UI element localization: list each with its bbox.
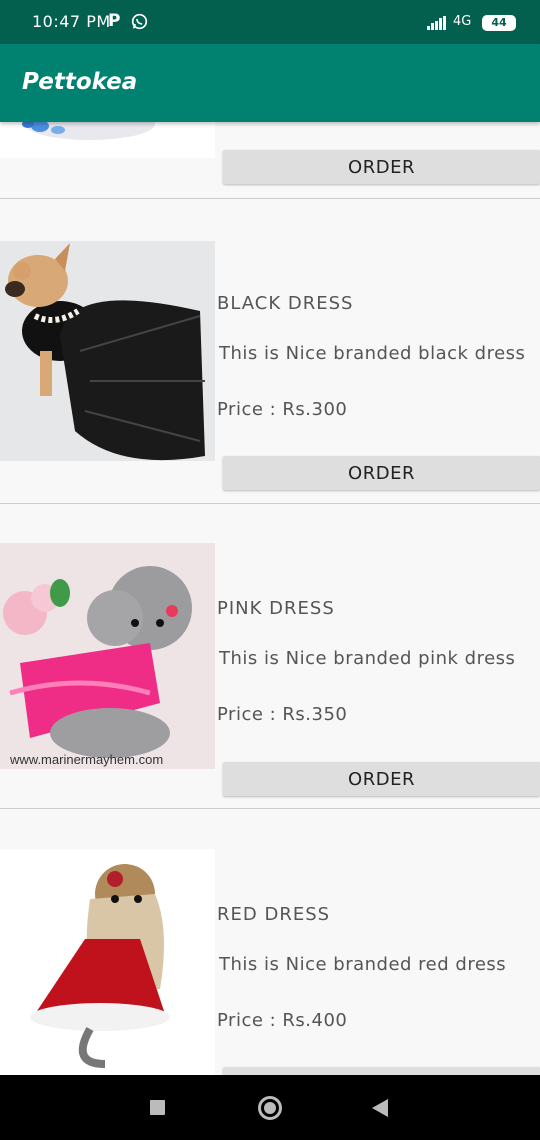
order-button[interactable]: ORDER [223,1067,540,1075]
back-icon[interactable] [372,1099,388,1117]
divider [0,503,540,504]
recents-icon[interactable] [150,1100,165,1115]
product-description: This is Nice branded black dress [219,343,526,364]
battery-icon: 44 [482,15,516,31]
product-list[interactable]: ORDER BLACK DRESS This is Nice branded b… [0,122,540,1075]
product-name: PINK DRESS [217,598,335,619]
product-image-pink-dress: www.marinermayhem.com [0,543,215,769]
product-name: BLACK DRESS [217,293,354,314]
product-image-black-dress [0,241,215,461]
product-price: Price : Rs.400 [217,1010,348,1031]
image-watermark: www.marinermayhem.com [10,752,164,767]
order-button[interactable]: ORDER [223,456,540,490]
product-image-red-dress [0,849,215,1075]
product-description: This is Nice branded red dress [219,954,507,975]
order-button[interactable]: ORDER [223,150,540,184]
signal-icon [427,16,446,30]
home-icon[interactable] [258,1096,282,1120]
navigation-bar [0,1075,540,1140]
app-bar: Pettokea [0,44,540,122]
product-name: RED DRESS [217,904,331,925]
order-button[interactable]: ORDER [223,762,540,796]
network-type: 4G [453,14,472,29]
product-price: Price : Rs.350 [217,704,348,725]
divider [0,808,540,809]
app-title: Pettokea [22,69,138,95]
status-bar: 10:47 PM P 4G 44 [0,0,540,44]
parking-icon: P [108,11,121,31]
divider [0,198,540,199]
status-time: 10:47 PM [32,12,111,31]
product-image [0,122,215,158]
whatsapp-icon [131,13,148,30]
product-price: Price : Rs.300 [217,399,348,420]
product-description: This is Nice branded pink dress [219,648,516,669]
